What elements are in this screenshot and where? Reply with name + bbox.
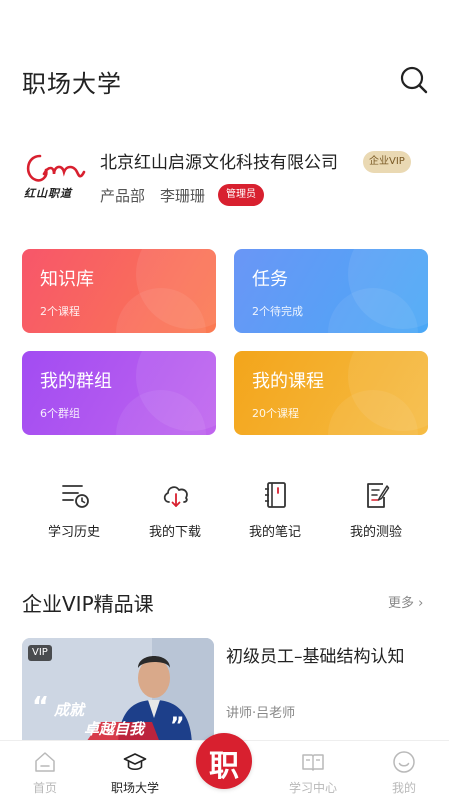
center-action-button[interactable]: 职 (196, 733, 252, 789)
enterprise-vip-badge: 企业VIP (363, 151, 411, 173)
bottom-tab-bar: 首页 职场大学 职 学习中心 我的 (0, 733, 449, 800)
tab-label: 职场大学 (110, 781, 159, 795)
company-info: 红山职道 北京红山启源文化科技有限公司 企业VIP 产品部 李珊珊 管理员 (0, 140, 449, 220)
tab-label: 首页 (32, 781, 57, 795)
my-notes-button[interactable]: 我的笔记 (225, 478, 325, 548)
card-subtitle: 2个课程 (40, 305, 80, 318)
center-action-label: 职 (209, 749, 239, 784)
vip-courses-section-header: 企业VIP精品课 更多 › (0, 584, 449, 620)
knowledge-base-card[interactable]: 知识库 2个课程 (22, 249, 216, 333)
card-subtitle: 6个群组 (40, 407, 80, 420)
vip-tag: VIP (28, 645, 52, 661)
header: 职场大学 (0, 52, 449, 108)
company-name: 北京红山启源文化科技有限公司 (100, 153, 338, 173)
course-title: 初级员工–基础结构认知 (226, 647, 405, 667)
course-item[interactable]: VIP “ 成就 卓越自我 ” 初级员工–基础结构认知 讲师·吕老师 (22, 638, 432, 748)
search-icon[interactable] (398, 64, 430, 96)
thumbnail-slogan: 卓越自我 (84, 720, 145, 738)
tab-home[interactable]: 首页 (0, 741, 90, 800)
chevron-right-icon: › (418, 596, 424, 611)
notebook-icon (265, 482, 286, 508)
my-groups-card[interactable]: 我的群组 6个群组 (22, 351, 216, 435)
history-icon (62, 485, 89, 508)
tool-label: 我的下载 (148, 525, 201, 540)
quote-open-glyph: “ (32, 692, 50, 722)
tool-label: 我的笔记 (248, 525, 301, 540)
quick-tools: 学习历史 我的下载 我的笔记 我的测验 (0, 478, 449, 548)
department-label: 产品部 (100, 187, 146, 205)
my-quizzes-button[interactable]: 我的测验 (326, 478, 426, 548)
admin-badge: 管理员 (218, 184, 264, 206)
tab-career-university[interactable]: 职场大学 (90, 741, 180, 800)
card-title: 任务 (252, 269, 288, 290)
tab-learning-center[interactable]: 学习中心 (268, 741, 358, 800)
learning-history-button[interactable]: 学习历史 (24, 478, 124, 548)
more-label: 更多 (388, 596, 415, 611)
download-icon (163, 486, 188, 507)
profile-icon (393, 751, 415, 773)
tasks-card[interactable]: 任务 2个待完成 (234, 249, 428, 333)
graduation-cap-icon (123, 753, 147, 771)
book-icon (302, 754, 324, 771)
tab-profile[interactable]: 我的 (359, 741, 449, 800)
my-downloads-button[interactable]: 我的下载 (125, 478, 225, 548)
tab-label: 我的 (391, 781, 416, 795)
quote-close-glyph: ” (170, 714, 185, 739)
quiz-icon (367, 483, 390, 508)
course-teacher: 讲师·吕老师 (226, 706, 296, 721)
section-title: 企业VIP精品课 (22, 592, 154, 616)
card-title: 我的课程 (252, 371, 324, 392)
home-icon (35, 752, 55, 772)
thumbnail-slogan: 成就 (54, 701, 85, 719)
card-title: 我的群组 (40, 371, 112, 392)
my-courses-card[interactable]: 我的课程 20个课程 (234, 351, 428, 435)
tool-label: 学习历史 (47, 525, 100, 540)
card-subtitle: 20个课程 (252, 407, 299, 420)
tab-label: 学习中心 (288, 781, 337, 795)
course-thumbnail: VIP “ 成就 卓越自我 ” (22, 638, 214, 748)
page-title: 职场大学 (22, 70, 122, 98)
company-logo-text: 红山职道 (24, 187, 72, 200)
card-subtitle: 2个待完成 (252, 305, 303, 318)
tool-label: 我的测验 (349, 525, 402, 540)
user-name: 李珊珊 (160, 187, 206, 205)
more-link[interactable]: 更多 › (388, 592, 423, 611)
card-title: 知识库 (40, 269, 94, 290)
